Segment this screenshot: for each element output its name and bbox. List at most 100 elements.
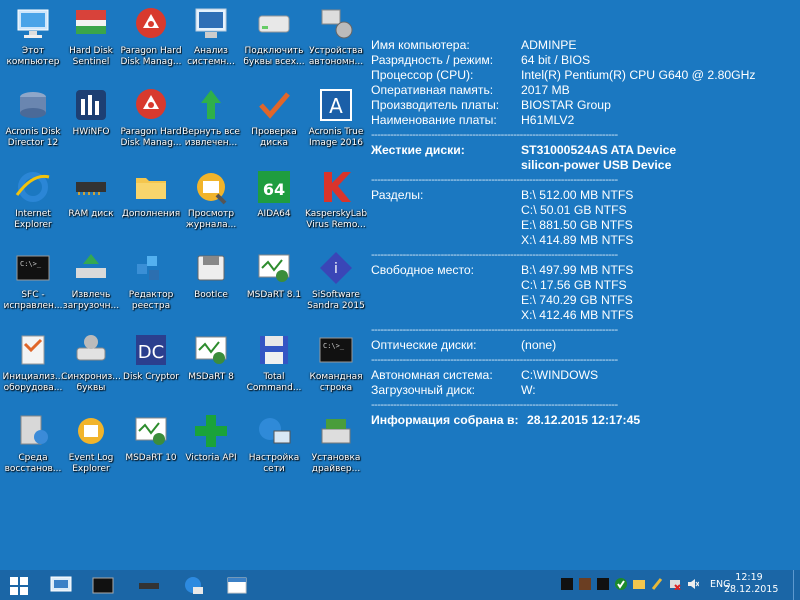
network-globe-icon[interactable] — [180, 573, 206, 597]
desktop-icon[interactable]: Настройка сети — [243, 411, 305, 475]
ram-chip-icon[interactable] — [136, 573, 162, 597]
desktop-icon[interactable]: HWiNFO — [60, 85, 122, 149]
desktop-icon[interactable]: Дополнения — [120, 167, 182, 231]
info-value: (none) — [521, 338, 557, 352]
desktop-icon-label: SFC - исправлен... — [3, 290, 63, 311]
desktop-icon[interactable]: C:\>_ Командная строка — [305, 330, 367, 394]
show-desktop-button[interactable] — [793, 570, 800, 600]
black-square-icon[interactable] — [597, 578, 609, 590]
ram-chip-icon — [76, 182, 106, 195]
event-log-explorer-icon — [78, 418, 104, 444]
kaspersky-icon — [324, 172, 351, 202]
msdart-icon — [258, 254, 290, 282]
diskcryptor-icon: DC — [136, 335, 166, 365]
desktop-icon[interactable]: Устройства автономн... — [305, 4, 367, 68]
desktop-icon[interactable]: Синхрониз... буквы носи... — [60, 330, 122, 394]
info-value: X:\ 412.46 MB NTFS — [521, 308, 634, 322]
desktop-icon[interactable]: Event Log Explorer — [60, 411, 122, 475]
desktop-icon[interactable]: Редактор реестра — [120, 248, 182, 312]
clock[interactable]: 12:19 28.12.2015 — [724, 572, 779, 596]
info-label: Оптические диски: — [371, 338, 477, 352]
info-value: C:\ 50.01 GB NTFS — [521, 203, 627, 217]
green-check-icon[interactable] — [615, 578, 627, 590]
desktop-icon-label: Paragon Hard Disk Manag... — [120, 127, 182, 148]
info-value: C:\WINDOWS — [521, 368, 599, 382]
desktop-icon[interactable]: Инициализ... оборудова... — [2, 330, 64, 394]
system-info-panel: Имя компьютера: ADMINPE Разрядность / реж… — [371, 38, 756, 428]
info-value: 28.12.2015 12:17:45 — [527, 413, 641, 427]
desktop-icon-label: BootIce — [194, 290, 228, 300]
desktop-icon[interactable]: MSDaRT 10 — [120, 411, 182, 475]
desktop-icon[interactable]: Анализ системн... — [180, 4, 242, 68]
folder-icon — [136, 178, 166, 199]
desktop-icon-label: Disk Cryptor — [123, 372, 179, 382]
start-button[interactable] — [6, 573, 32, 597]
folder-icon[interactable] — [633, 578, 645, 590]
desktop-icon[interactable]: RAM диск — [60, 167, 122, 231]
network-error-icon[interactable] — [669, 578, 681, 590]
desktop-icon[interactable]: KasperskyLab Virus Remo... — [305, 167, 367, 231]
desktop-icon[interactable]: 64 AIDA64 — [243, 167, 305, 231]
separator: ----------------------------------------… — [371, 174, 618, 186]
svg-text:i: i — [334, 261, 338, 277]
taskbar: ENG 12:19 28.12.2015 — [0, 570, 800, 600]
bootice-icon — [197, 255, 225, 281]
desktop-icon-label: Среда восстанов... — [4, 453, 62, 474]
desktop-icon-label: AIDA64 — [257, 209, 291, 219]
info-value: ST31000524AS ATA Device — [521, 143, 677, 157]
computer-icon — [17, 9, 49, 38]
desktop-icon[interactable]: Internet Explorer — [2, 167, 64, 231]
desktop-icon[interactable]: Установка драйвер... — [305, 411, 367, 475]
black-square-icon[interactable] — [561, 578, 573, 590]
desktop-icon-label: Вернуть все извлечен... — [182, 127, 240, 148]
separator: ----------------------------------------… — [371, 324, 618, 336]
total-commander-icon — [260, 336, 288, 364]
desktop-icon[interactable]: Total Command... — [243, 330, 305, 394]
desktop-icon[interactable]: i SiSoftware Sandra 2015 — [305, 248, 367, 312]
brush-icon[interactable] — [651, 578, 663, 590]
desktop-icon[interactable]: BootIce — [180, 248, 242, 312]
clock-date: 28.12.2015 — [724, 584, 779, 595]
desktop-icon-label: Настройка сети — [248, 453, 300, 474]
system-analysis-icon — [195, 8, 227, 38]
acronis-true-image-icon: A — [320, 89, 352, 121]
svg-text:A: A — [329, 94, 343, 118]
speaker-mute-icon[interactable] — [687, 578, 699, 590]
desktop-icon[interactable]: Этот компьютер — [2, 4, 64, 68]
console-icon[interactable] — [90, 573, 116, 597]
window-icon[interactable] — [224, 573, 250, 597]
desktop-icon[interactable]: Извлечь загрузочн... — [60, 248, 122, 312]
desktop-icon-label: Подключить буквы всех... — [243, 46, 305, 67]
desktop-icon[interactable]: MSDaRT 8 — [180, 330, 242, 394]
desktop-icon[interactable]: Просмотр журнала... — [180, 167, 242, 231]
msdart-icon — [195, 336, 227, 364]
desktop-icon[interactable]: Paragon Hard Disk Manag... — [120, 4, 182, 68]
info-value: B:\ 512.00 MB NTFS — [521, 188, 634, 202]
display-icon[interactable] — [48, 573, 74, 597]
desktop-icon[interactable]: Подключить буквы всех... — [243, 4, 305, 68]
desktop-icon[interactable]: Victoria API — [180, 411, 242, 475]
desktop-icon[interactable]: Вернуть все извлечен... — [180, 85, 242, 149]
desktop-icon[interactable]: Paragon Hard Disk Manag... — [120, 85, 182, 149]
desktop-icon[interactable]: Среда восстанов... — [2, 411, 64, 475]
info-value: 64 bit / BIOS — [521, 53, 591, 67]
desktop-icon-label: RAM диск — [68, 209, 114, 219]
aida64-icon: 64 — [258, 171, 290, 203]
desktop-icon[interactable]: Hard Disk Sentinel — [60, 4, 122, 68]
hard-disk-sentinel-icon — [76, 10, 106, 34]
desktop-icon[interactable]: MSDaRT 8.1 — [243, 248, 305, 312]
desktop-icon[interactable]: C:\>_ SFC - исправлен... — [2, 248, 64, 312]
desktop-icon[interactable]: Acronis Disk Director 12 — [2, 85, 64, 149]
info-value: H61MLV2 — [521, 113, 575, 127]
desktop-icon-label: Анализ системн... — [187, 46, 235, 67]
checkmark-icon — [259, 92, 290, 119]
desktop-icon[interactable]: A Acronis True Image 2016 — [305, 85, 367, 149]
desktop-icon[interactable]: DC Disk Cryptor — [120, 330, 182, 394]
info-value: C:\ 17.56 GB NTFS — [521, 278, 627, 292]
separator: ----------------------------------------… — [371, 249, 618, 261]
info-label: Процессор (CPU): — [371, 68, 474, 82]
desktop-icon[interactable]: Проверка диска — [243, 85, 305, 149]
info-value: silicon-power USB Device — [521, 158, 672, 172]
brown-square-icon[interactable] — [579, 578, 591, 590]
desktop-icon-label: Hard Disk Sentinel — [69, 46, 113, 67]
